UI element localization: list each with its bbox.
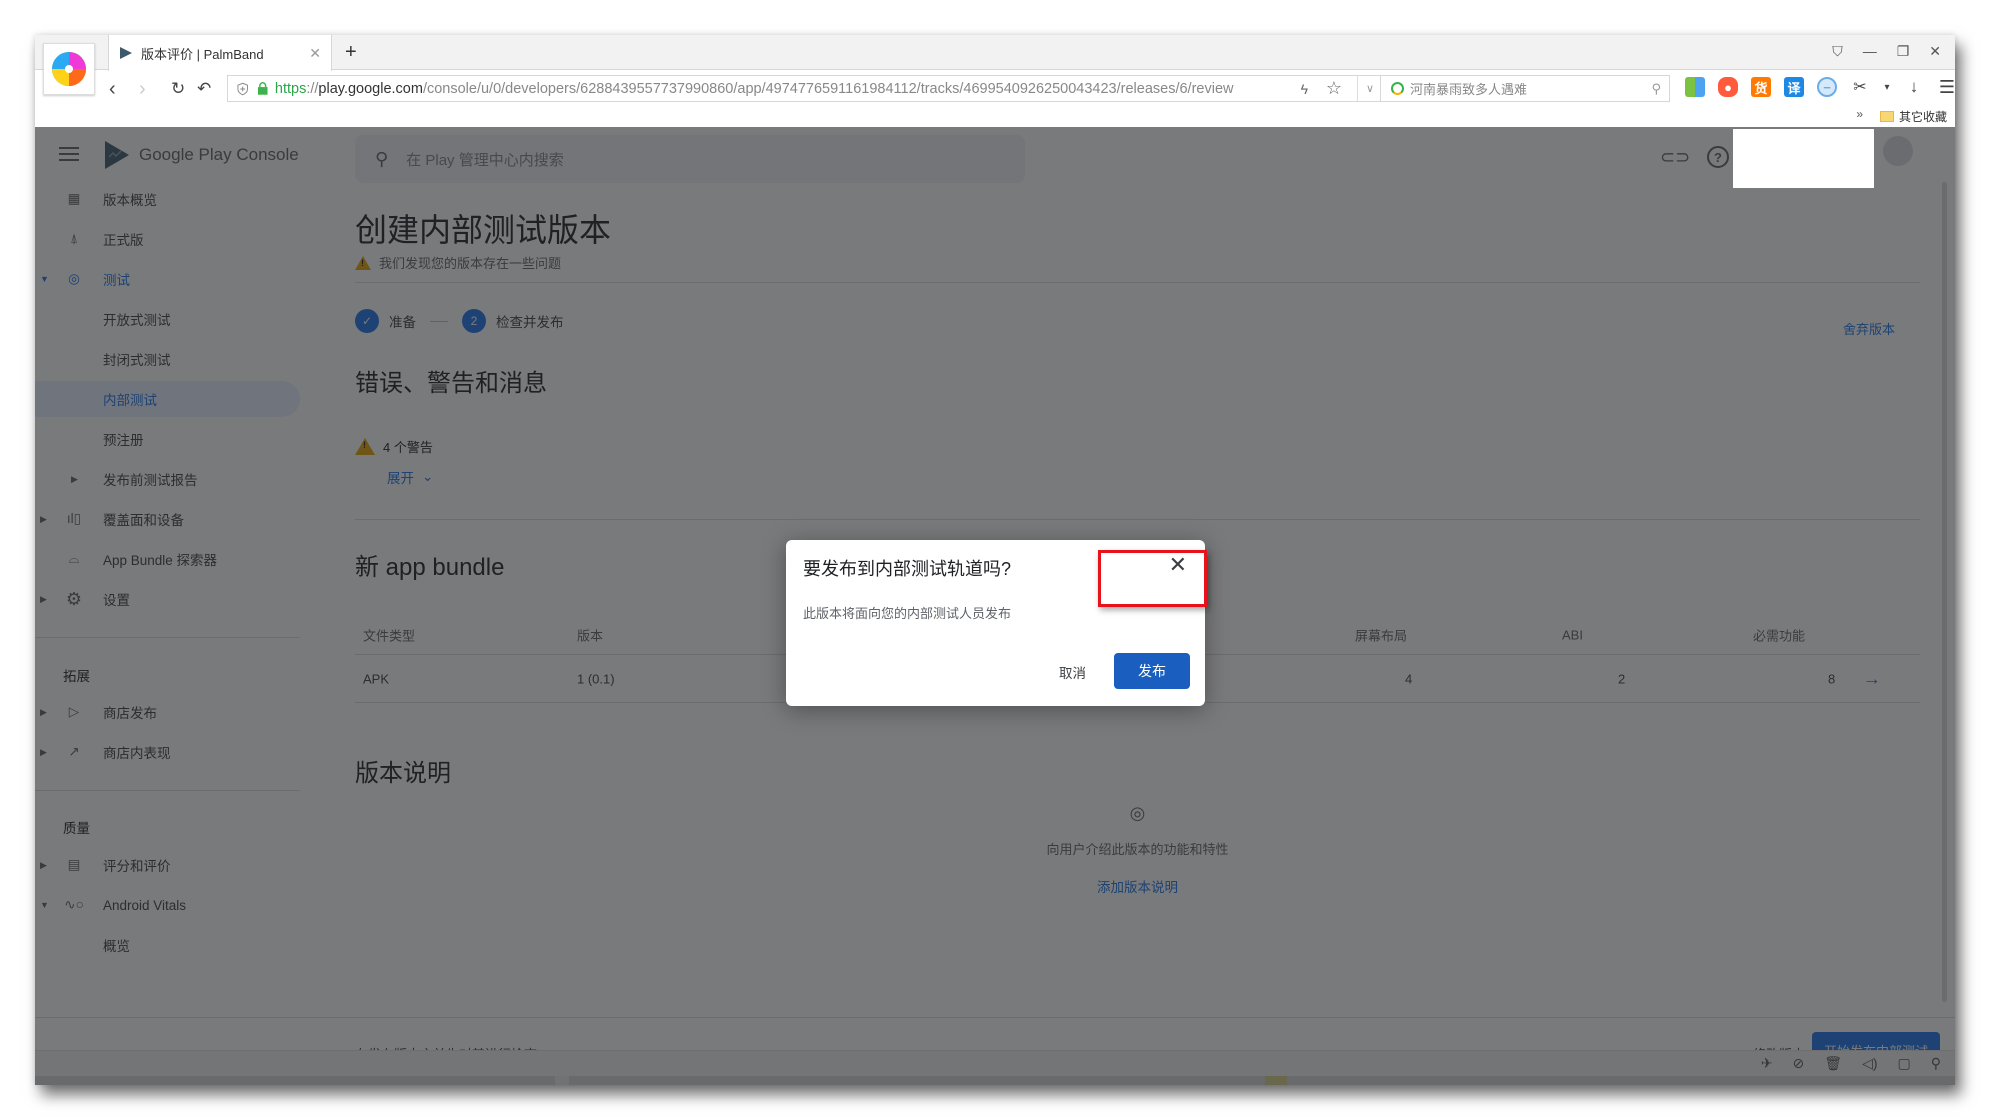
apps-grid-icon[interactable] (1685, 77, 1705, 97)
chevron-down-icon[interactable]: ∨ (1356, 76, 1374, 101)
tab-bar: 版本评价 | PalmBand ✕ + ⛉ — ❐ ✕ (35, 35, 1955, 95)
url-path: /console/u/0/developers/6288439557737990… (422, 80, 1234, 97)
url-bar[interactable]: https://play.google.com/console/u/0/deve… (227, 75, 1381, 102)
cancel-button[interactable]: 取消 (1059, 662, 1086, 682)
dialog-title: 要发布到内部测试轨道吗? (803, 559, 1012, 579)
dialog-body: 此版本将面向您的内部测试人员发布 (803, 606, 1012, 621)
menu-icon[interactable]: ☰ (1937, 77, 1955, 97)
browser-logo[interactable] (43, 43, 95, 95)
folder-icon (1879, 111, 1894, 122)
reload-icon[interactable]: ↻ (171, 79, 185, 99)
bookmarks-more-button[interactable]: » (1856, 107, 1863, 121)
minus-circle-icon[interactable]: − (1817, 77, 1837, 97)
redacted-region (1733, 129, 1874, 188)
download-icon[interactable]: ↓ (1904, 77, 1924, 97)
close-window-icon[interactable]: ✕ (1929, 43, 1941, 60)
shield-icon (237, 82, 248, 95)
tab-title: 版本评价 | PalmBand (141, 46, 264, 62)
play-console-favicon-icon (120, 47, 132, 59)
maximize-icon[interactable]: ❐ (1897, 43, 1910, 60)
url-separator: :// (306, 80, 319, 97)
lightning-icon[interactable]: ϟ (1301, 81, 1308, 97)
back-icon[interactable]: ‹ (109, 78, 116, 101)
bookmarks-folder-label: 其它收藏 (1898, 110, 1947, 124)
publish-button[interactable]: 发布 (1114, 653, 1190, 689)
url-scheme: https (274, 80, 307, 97)
scissors-icon[interactable]: ✂ (1850, 77, 1870, 97)
play-console-page: Google Play Console ▦ 版本概览 ⍋ 正式版 ▼ ◎ 测试 … (35, 127, 1955, 1085)
extension-toolbar: ● 货 译 − ✂ ▾ ↓ ☰ (1685, 77, 1955, 97)
skin-icon[interactable]: ⛉ (1832, 43, 1843, 60)
browser-window: 版本评价 | PalmBand ✕ + ⛉ — ❐ ✕ ‹ › ↻ ↶ http… (35, 35, 1955, 1085)
bookmarks-folder[interactable]: 其它收藏 (1879, 108, 1947, 125)
new-tab-button[interactable]: + (345, 41, 357, 64)
goods-icon[interactable]: 货 (1751, 77, 1771, 97)
url-host: play.google.com (318, 80, 423, 97)
translate-icon[interactable]: 译 (1784, 77, 1804, 97)
search-engine-icon (1391, 82, 1404, 95)
undo-icon[interactable]: ↶ (197, 79, 211, 99)
browser-search-box[interactable]: 河南暴雨致多人遇难 ⚲ (1380, 75, 1670, 102)
tab-active[interactable]: 版本评价 | PalmBand ✕ (108, 35, 332, 71)
browser-logo-icon (52, 52, 86, 86)
star-icon[interactable]: ☆ (1326, 78, 1342, 99)
address-row: ‹ › ↻ ↶ https://play.google.com/console/… (35, 71, 1955, 105)
scissors-dropdown-icon[interactable]: ▾ (1883, 77, 1891, 97)
search-icon[interactable]: ⚲ (1651, 81, 1661, 97)
publish-confirm-dialog: 要发布到内部测试轨道吗? ✕ 此版本将面向您的内部测试人员发布 取消 发布 (786, 540, 1205, 706)
window-controls: ⛉ — ❐ ✕ (1832, 43, 1941, 60)
forward-icon[interactable]: › (139, 78, 146, 101)
bookmarks-bar: » 其它收藏 (35, 105, 1955, 127)
tab-close-icon[interactable]: ✕ (309, 45, 321, 62)
lock-icon (258, 82, 268, 95)
game-icon[interactable]: ● (1718, 77, 1738, 97)
minimize-icon[interactable]: — (1863, 43, 1877, 60)
close-icon[interactable]: ✕ (1169, 552, 1187, 578)
search-hot-text: 河南暴雨致多人遇难 (1410, 82, 1528, 97)
